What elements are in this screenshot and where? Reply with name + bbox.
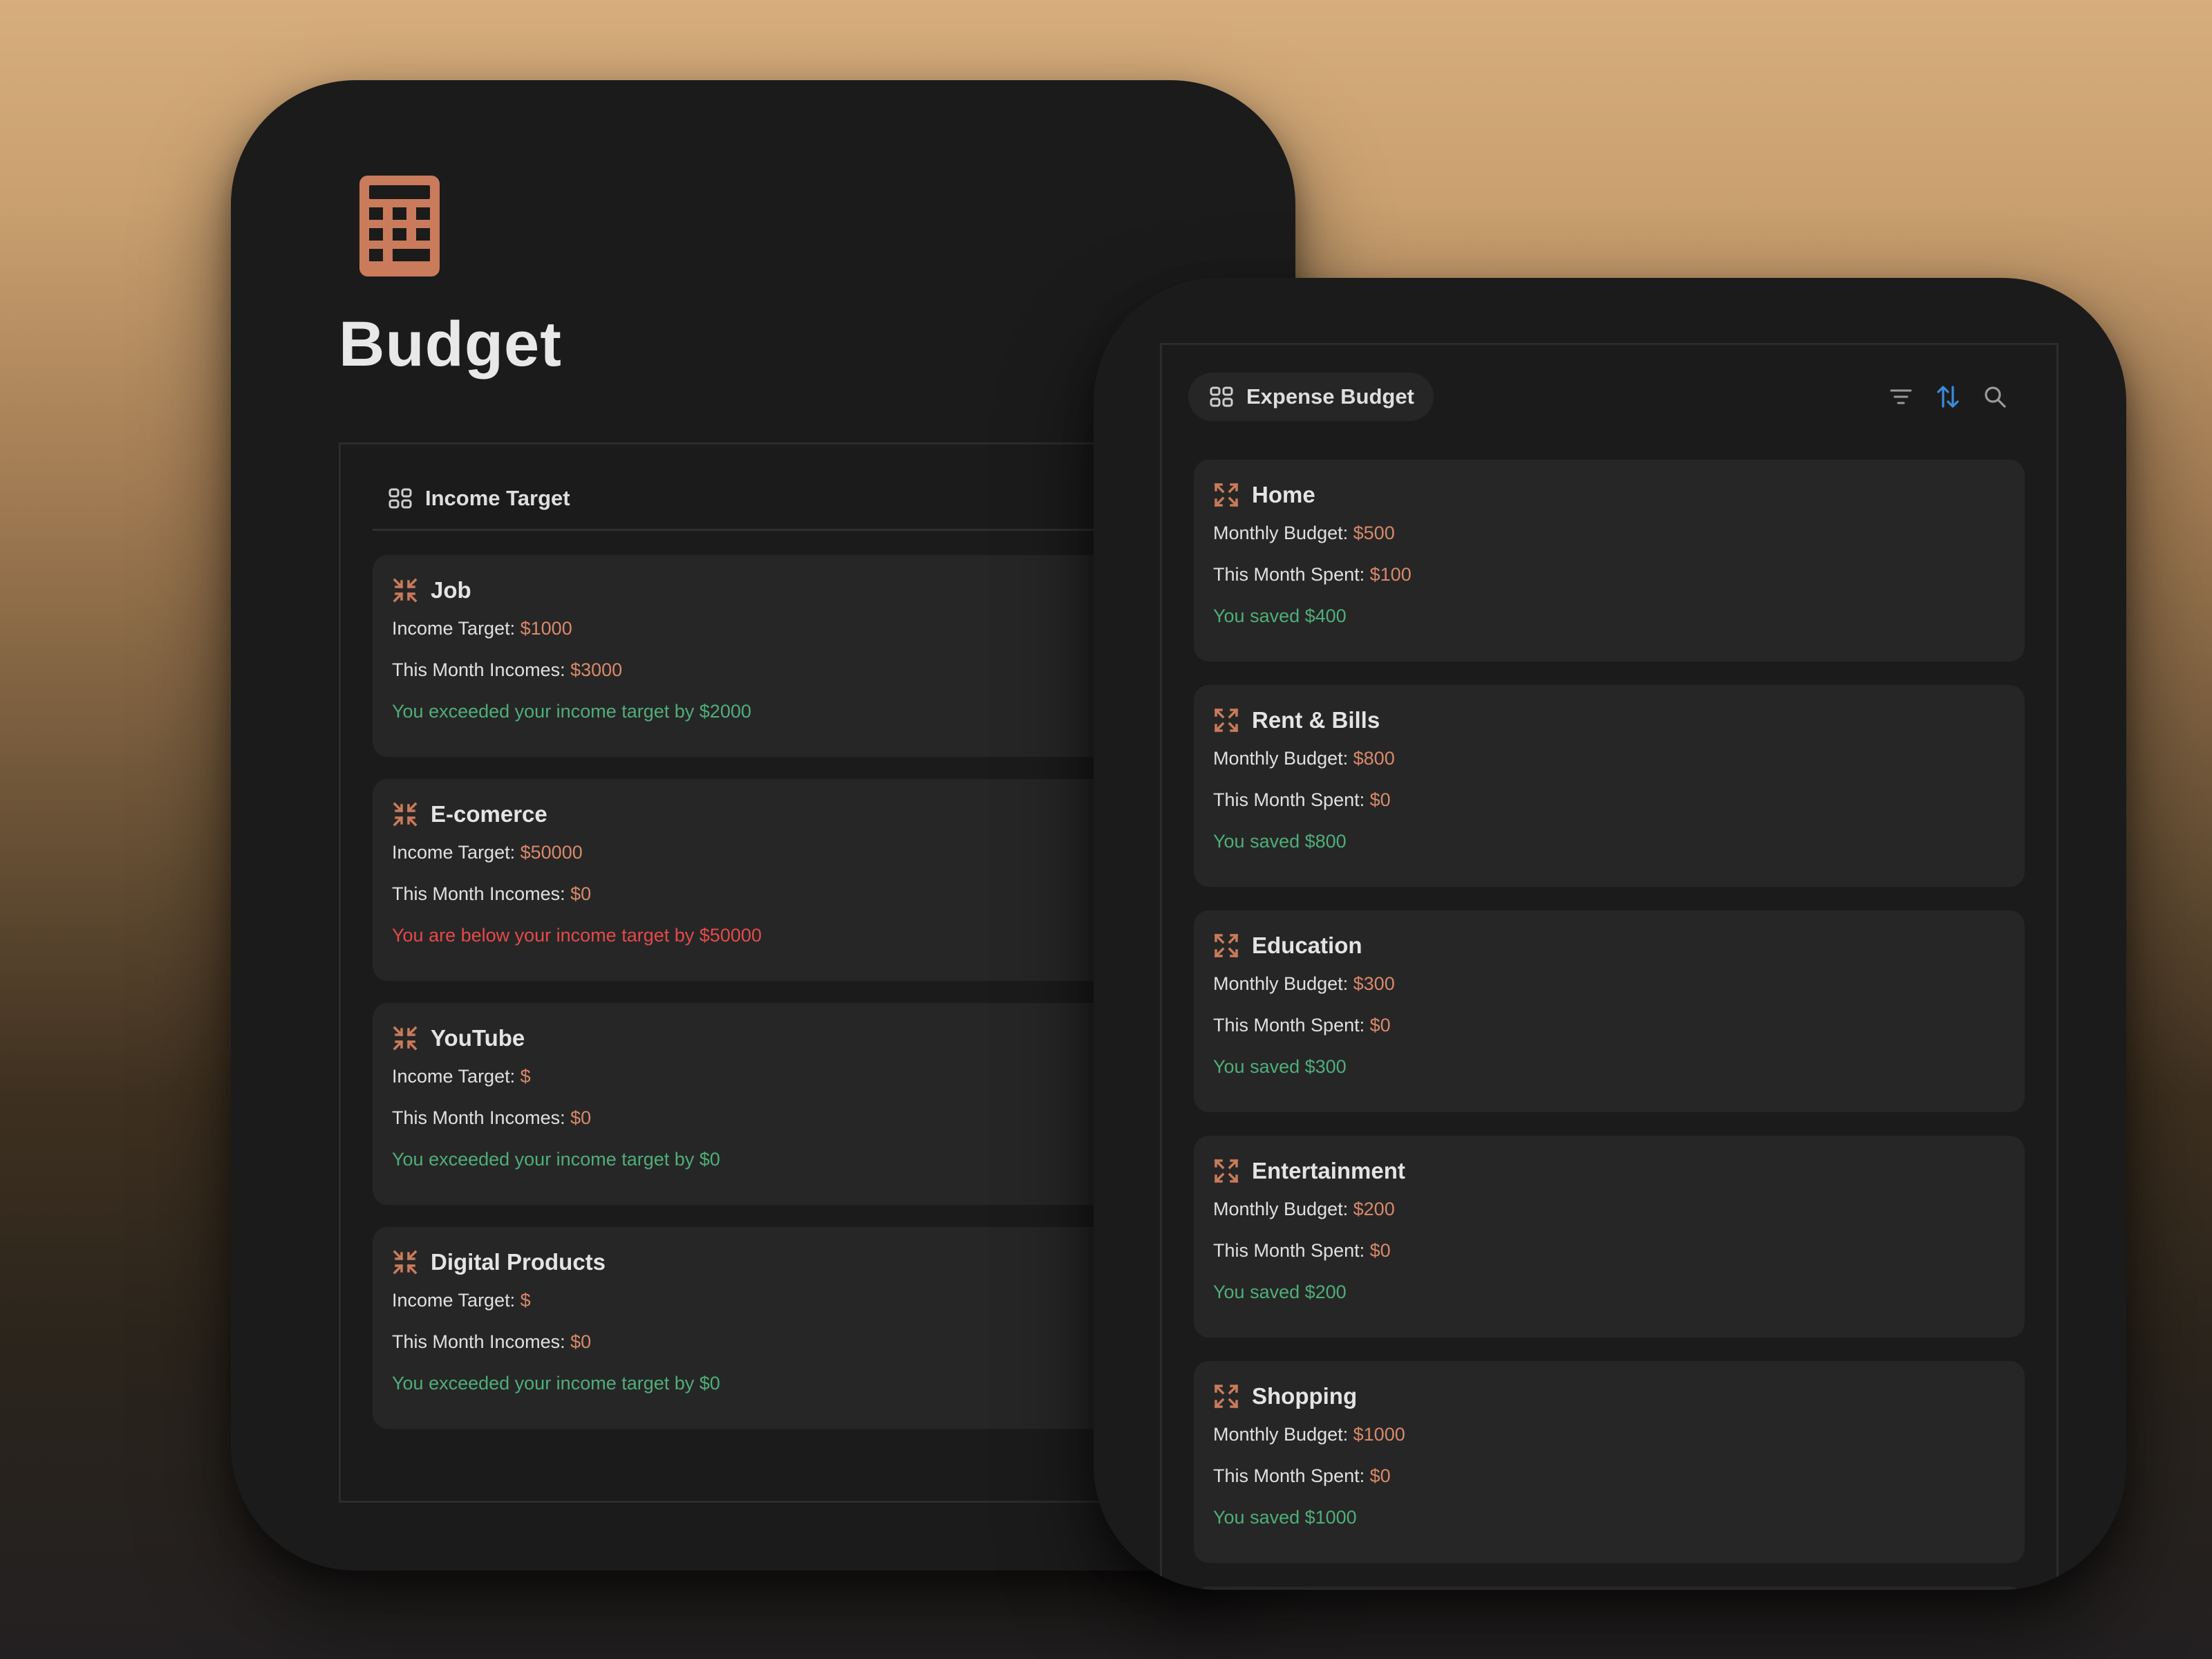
saved-status: You saved $400 (1213, 606, 1347, 626)
collapse-arrows-icon (393, 1026, 418, 1051)
collapse-arrows-icon (393, 1250, 418, 1275)
saved-status: You saved $200 (1213, 1282, 1347, 1302)
expense-card-rent-bills[interactable]: Rent & Bills Monthly Budget: $800 This M… (1194, 685, 2025, 887)
income-view-title: Income Target (425, 486, 570, 510)
card-title: Shopping (1252, 1383, 1358, 1409)
expand-arrows-icon (1214, 708, 1239, 733)
monthly-budget-row: Monthly Budget: $1000 (1213, 1424, 1405, 1445)
month-spent-row: This Month Spent: $100 (1213, 564, 1412, 585)
card-title: Job (431, 577, 471, 603)
expand-arrows-icon (1214, 1159, 1239, 1183)
collapse-arrows-icon (393, 802, 418, 827)
monthly-budget-row: Monthly Budget: $300 (1213, 973, 1395, 994)
expense-budget-device: Expense Budget Home Monthly Budget: $500… (1094, 278, 2126, 1590)
card-title: E-comerce (431, 801, 547, 827)
gallery-view-icon (1210, 386, 1233, 407)
expand-arrows-icon (1214, 933, 1239, 958)
expense-card-education[interactable]: Education Monthly Budget: $300 This Mont… (1194, 910, 2025, 1112)
expense-card-home[interactable]: Home Monthly Budget: $500 This Month Spe… (1194, 460, 2025, 662)
expand-arrows-icon (1214, 482, 1239, 507)
collapse-arrows-icon (393, 578, 418, 603)
view-toolbar (1888, 384, 2008, 410)
monthly-budget-row: Monthly Budget: $500 (1213, 523, 1395, 543)
expand-arrows-icon (1214, 1384, 1239, 1409)
saved-status: You saved $800 (1213, 831, 1347, 852)
month-spent-row: This Month Spent: $0 (1213, 1240, 1391, 1261)
expense-card-shopping[interactable]: Shopping Monthly Budget: $1000 This Mont… (1194, 1361, 2025, 1563)
filter-button[interactable] (1888, 384, 1914, 410)
search-button[interactable] (1982, 384, 2008, 410)
saved-status: You saved $300 (1213, 1056, 1347, 1077)
card-title: Digital Products (431, 1249, 606, 1275)
card-title: Education (1252, 932, 1362, 958)
expense-card-entertainment[interactable]: Entertainment Monthly Budget: $200 This … (1194, 1136, 2025, 1338)
search-icon (1985, 386, 2006, 408)
month-spent-row: This Month Spent: $0 (1213, 1465, 1391, 1486)
card-title: Entertainment (1252, 1158, 1405, 1183)
sort-button[interactable] (1935, 384, 1961, 410)
month-spent-row: This Month Spent: $0 (1213, 789, 1391, 810)
page-title: Budget (339, 309, 562, 379)
card-title: YouTube (431, 1025, 525, 1051)
gallery-view-icon (388, 488, 412, 509)
expense-card-partial[interactable] (1194, 1586, 2025, 1590)
expense-view-tab[interactable]: Expense Budget (1188, 373, 1434, 421)
month-spent-row: This Month Spent: $0 (1213, 1015, 1391, 1035)
monthly-budget-row: Monthly Budget: $800 (1213, 748, 1395, 769)
card-title: Home (1252, 482, 1315, 507)
expense-budget-board: Expense Budget Home Monthly Budget: $500… (1160, 343, 2059, 1590)
saved-status: You saved $1000 (1213, 1507, 1357, 1528)
monthly-budget-row: Monthly Budget: $200 (1213, 1199, 1395, 1219)
expense-view-title: Expense Budget (1246, 384, 1414, 409)
income-view-tab[interactable]: Income Target (388, 486, 570, 511)
calculator-icon (359, 176, 440, 276)
card-title: Rent & Bills (1252, 707, 1380, 733)
sort-icon (1937, 386, 1959, 408)
filter-icon (1890, 389, 1912, 404)
